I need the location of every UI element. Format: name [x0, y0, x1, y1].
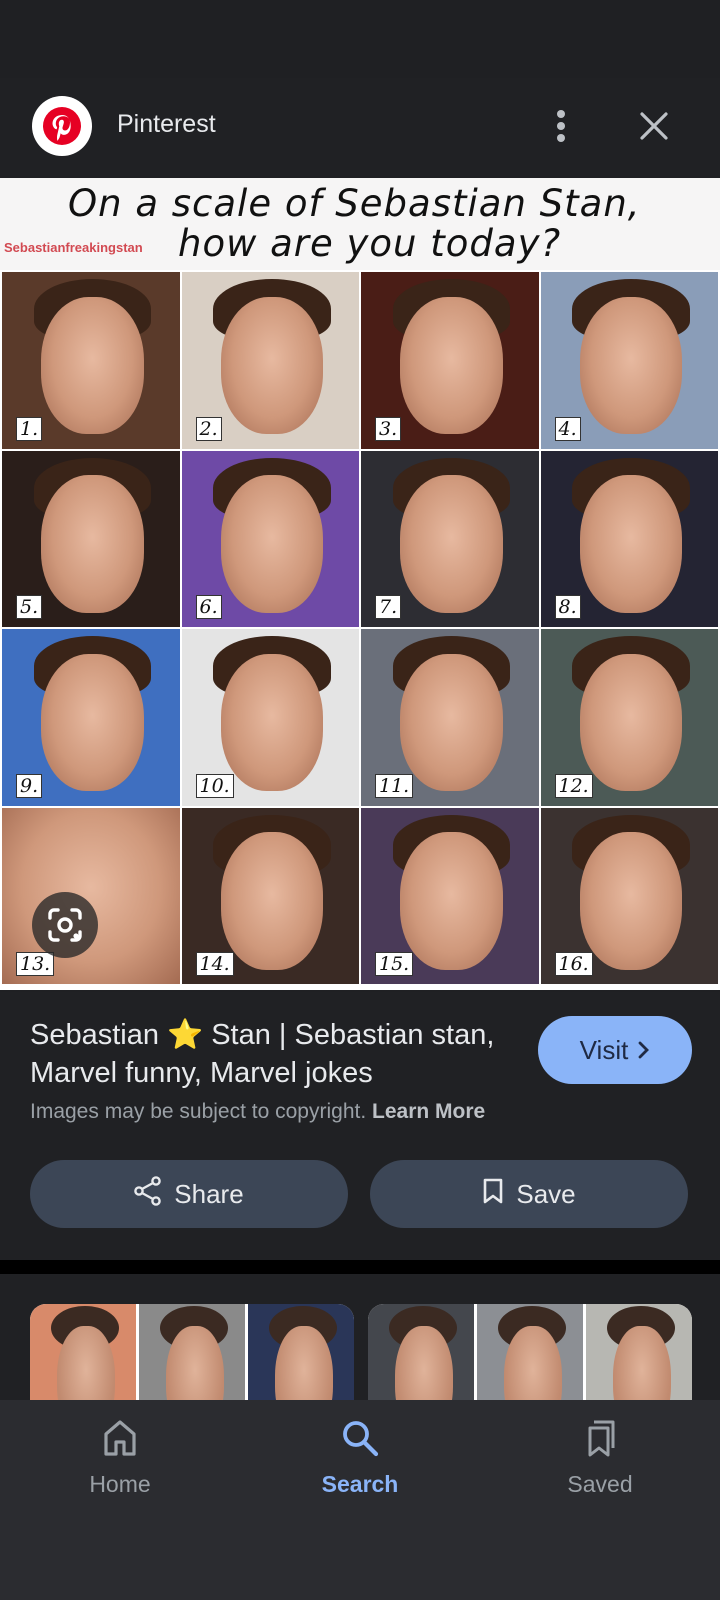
cell-number: 7.	[375, 595, 402, 619]
cell-number: 14.	[195, 952, 234, 976]
grid-cell: 16.	[540, 807, 718, 984]
pinterest-logo-icon[interactable]	[32, 96, 92, 156]
grid-cell: 9.	[2, 629, 180, 806]
cell-number: 6.	[195, 595, 222, 619]
caption-line-1: On a scale of Sebastian Stan,	[68, 182, 641, 225]
copyright-text: Images may be subject to copyright.	[30, 1100, 367, 1123]
save-label: Save	[516, 1178, 576, 1209]
nav-search[interactable]: Search	[280, 1418, 440, 1498]
search-icon	[340, 1418, 380, 1463]
grid-cell: 6.	[181, 450, 359, 627]
grid-cell: 12.	[540, 629, 718, 806]
cell-number: 2.	[195, 416, 222, 441]
grid-cell: 14.	[181, 807, 359, 984]
share-icon	[134, 1175, 162, 1213]
share-label: Share	[174, 1178, 244, 1209]
grid-cell: 4.	[540, 272, 718, 449]
section-divider	[0, 1260, 720, 1274]
caption-line-2: how are you today?	[178, 222, 562, 265]
grid-cell: 2.	[181, 272, 359, 449]
share-button[interactable]: Share	[30, 1160, 348, 1228]
related-thumbnail[interactable]	[368, 1304, 692, 1400]
nav-search-label: Search	[321, 1471, 399, 1497]
cell-number: 16.	[554, 952, 593, 976]
grid-cell: 11.	[361, 629, 539, 806]
cell-number: 3.	[375, 416, 402, 441]
learn-more-link[interactable]: Learn More	[372, 1100, 485, 1123]
nav-home-label: Home	[89, 1471, 151, 1497]
cell-number: 8.	[554, 595, 581, 619]
visit-label: Visit	[579, 1034, 629, 1065]
bottom-navigation: Home Search Saved	[0, 1400, 720, 1600]
cell-number: 1.	[16, 416, 43, 441]
related-thumbnail[interactable]	[30, 1304, 354, 1400]
cell-number: 4.	[554, 416, 581, 441]
visit-button[interactable]: Visit	[538, 1016, 692, 1084]
bookmark-icon	[482, 1177, 504, 1212]
copyright-notice: Images may be subject to copyright. Lear…	[30, 1100, 485, 1124]
grid-cell: 10.	[181, 629, 359, 806]
grid-cell: 15.	[361, 807, 539, 984]
grid-cell: 7.	[361, 450, 539, 627]
home-icon	[102, 1418, 138, 1463]
more-options-icon[interactable]	[544, 104, 578, 148]
bookmarks-icon	[582, 1418, 618, 1463]
related-results	[0, 1274, 720, 1400]
watermark: Sebastianfreakingstan	[4, 240, 143, 255]
cell-number: 9.	[16, 773, 43, 798]
grid-cell: 13.	[2, 807, 180, 984]
grid-cell: 3.	[361, 272, 539, 449]
save-button[interactable]: Save	[370, 1160, 688, 1228]
google-lens-icon[interactable]	[32, 892, 98, 958]
face-grid: 1. 2. 3. 4. 5. 6. 7. 8. 9. 10. 11. 12. 1…	[2, 272, 718, 984]
nav-saved-label: Saved	[567, 1471, 633, 1497]
cell-number: 10.	[195, 773, 234, 798]
nav-home[interactable]: Home	[40, 1418, 200, 1498]
site-name: Pinterest	[117, 110, 216, 138]
meme-caption: On a scale of Sebastian Stan, how are yo…	[0, 178, 720, 270]
result-info-panel: Sebastian ⭐ Stan | Sebastian stan, Marve…	[0, 992, 720, 1260]
nav-saved[interactable]: Saved	[520, 1418, 680, 1498]
result-title[interactable]: Sebastian ⭐ Stan | Sebastian stan, Marve…	[30, 1016, 520, 1092]
cell-number: 15.	[375, 952, 414, 976]
grid-cell: 1.	[2, 272, 180, 449]
status-bar	[0, 0, 720, 78]
preview-image[interactable]: On a scale of Sebastian Stan, how are yo…	[0, 178, 720, 990]
cell-number: 5.	[16, 595, 43, 619]
chevron-right-icon	[638, 1035, 650, 1066]
cell-number: 12.	[554, 773, 593, 798]
cell-number: 13.	[16, 952, 55, 976]
grid-cell: 8.	[540, 450, 718, 627]
grid-cell: 5.	[2, 450, 180, 627]
cell-number: 11.	[375, 773, 414, 798]
top-bar: Pinterest	[0, 78, 720, 176]
close-icon[interactable]	[632, 104, 676, 148]
